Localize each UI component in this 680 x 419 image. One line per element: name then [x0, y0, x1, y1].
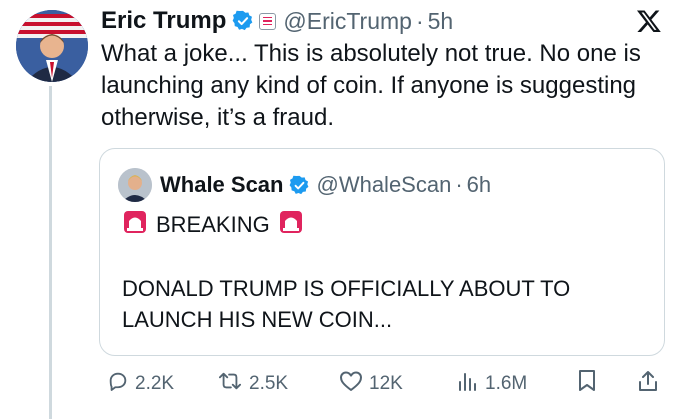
breaking-line: BREAKING: [122, 209, 304, 241]
like-icon: [339, 370, 363, 398]
share-button[interactable]: [637, 370, 659, 398]
quote-body-text: DONALD TRUMP IS OFFICIALLY ABOUT TO LAUN…: [122, 276, 571, 332]
views-button[interactable]: 1.6M: [457, 370, 527, 398]
verified-badge-icon: [289, 175, 310, 196]
quote-author-name[interactable]: Whale Scan: [160, 172, 283, 198]
tweet-header: Eric Trump @EricTrump · 5h: [101, 4, 453, 38]
government-badge-icon: [259, 12, 277, 30]
views-count: 1.6M: [485, 373, 528, 394]
reply-count: 2.2K: [135, 373, 175, 394]
quote-author-handle[interactable]: @WhaleScan: [316, 172, 451, 198]
separator-dot: ·: [455, 172, 463, 197]
quote-avatar[interactable]: [118, 168, 152, 202]
x-logo-icon: [636, 8, 662, 39]
siren-icon: [278, 209, 304, 241]
bookmark-button[interactable]: [577, 370, 597, 398]
bookmark-icon: [577, 369, 597, 399]
action-bar: 2.2K 2.5K 12K 1.6M: [99, 370, 665, 398]
author-avatar[interactable]: [16, 10, 88, 82]
tweet-text: What a joke... This is absolutely not tr…: [101, 40, 641, 131]
quote-time[interactable]: 6h: [467, 172, 491, 198]
siren-icon: [122, 209, 148, 241]
like-button[interactable]: 12K: [339, 370, 403, 398]
reply-button[interactable]: 2.2K: [107, 370, 174, 398]
breaking-label: BREAKING: [156, 212, 270, 237]
share-icon: [637, 369, 659, 399]
tweet-time[interactable]: 5h: [428, 8, 454, 35]
quote-header: Whale Scan @WhaleScan · 6h: [118, 168, 491, 202]
reply-icon: [107, 370, 129, 398]
separator-dot: ·: [415, 7, 424, 34]
like-count: 12K: [369, 373, 403, 394]
author-name[interactable]: Eric Trump: [101, 7, 226, 35]
repost-count: 2.5K: [249, 373, 289, 394]
thread-line: [49, 86, 52, 419]
repost-icon: [217, 370, 243, 398]
author-handle[interactable]: @EricTrump: [283, 8, 412, 35]
verified-badge-icon: [232, 10, 254, 32]
repost-button[interactable]: 2.5K: [217, 370, 288, 398]
views-icon: [457, 370, 479, 398]
quoted-tweet[interactable]: Whale Scan @WhaleScan · 6h BREAKING DONA…: [99, 148, 665, 356]
